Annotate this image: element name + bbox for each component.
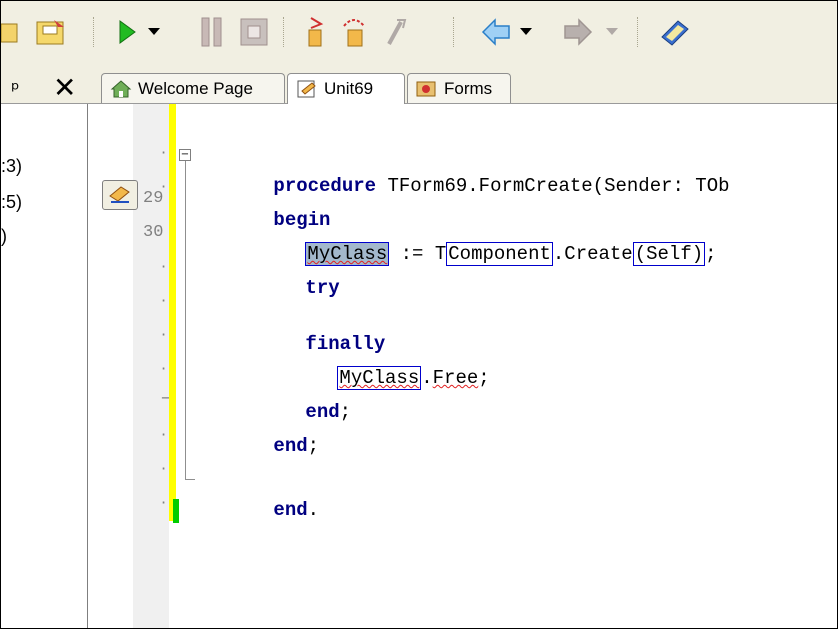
step-into-icon[interactable] xyxy=(297,13,331,51)
code-line: MyClass := T Component .Create (Self); xyxy=(237,209,717,266)
back-dropdown-icon[interactable] xyxy=(517,13,535,51)
line-dot: · xyxy=(161,425,167,444)
code-line: try xyxy=(237,243,339,299)
back-icon[interactable] xyxy=(479,13,513,51)
keyword: end xyxy=(273,499,308,521)
fold-toggle-icon[interactable]: − xyxy=(179,149,191,161)
code-text: . xyxy=(307,499,320,521)
line-dot: · xyxy=(161,459,167,478)
toolbar-separator xyxy=(637,17,640,47)
bookmark-icon[interactable] xyxy=(102,180,138,210)
toolbar-separator xyxy=(453,17,456,47)
code-text: ; xyxy=(339,401,352,423)
step-out-icon[interactable] xyxy=(379,13,413,51)
tab-label: Forms xyxy=(444,78,493,98)
saved-lines-bar xyxy=(173,499,179,523)
line-dot: · xyxy=(161,143,167,162)
tab-label: Welcome Page xyxy=(138,78,253,98)
home-icon xyxy=(110,79,132,97)
identifier-highlight[interactable]: Component xyxy=(446,242,553,266)
line-dot: · xyxy=(161,493,167,512)
list-item[interactable]: ) xyxy=(1,226,7,247)
code-text: ; xyxy=(307,435,320,457)
modified-lines-bar xyxy=(169,104,176,521)
code-line: end; xyxy=(205,401,319,457)
line-number: 29 xyxy=(143,189,164,208)
stop-icon[interactable] xyxy=(237,13,271,51)
code-text: Free xyxy=(432,367,479,389)
code-text: . xyxy=(421,367,433,389)
run-dropdown-icon[interactable] xyxy=(145,13,163,51)
code-line: MyClass .Free; xyxy=(269,333,490,390)
toolbar-separator xyxy=(283,17,286,47)
toolbar-separator xyxy=(93,17,96,47)
code-line: end. xyxy=(205,465,319,521)
code-text: .Create xyxy=(552,243,633,265)
close-icon[interactable]: ✕ xyxy=(53,71,76,104)
fold-end xyxy=(185,479,195,480)
code-text: ; xyxy=(705,243,717,265)
pause-icon[interactable] xyxy=(197,13,227,51)
code-text: ; xyxy=(478,367,490,389)
pin-icon[interactable]: ᵖ xyxy=(11,77,20,101)
code-line: procedure TForm69.FormCreate(Sender: TOb xyxy=(205,141,729,197)
tab-welcome-page[interactable]: Welcome Page xyxy=(101,73,285,103)
forms-icon xyxy=(416,81,436,96)
run-icon[interactable] xyxy=(113,13,141,51)
keyword: try xyxy=(305,277,340,299)
line-dot: · xyxy=(161,257,167,276)
open-icon[interactable] xyxy=(1,13,21,51)
line-number: 30 xyxy=(143,223,164,242)
forward-dropdown-icon[interactable] xyxy=(603,13,621,51)
code-text: TForm69.FormCreate(Sender: TOb xyxy=(376,175,730,197)
code-editor[interactable]: procedure TForm69.FormCreate(Sender: TOb… xyxy=(205,141,729,521)
line-dot: · xyxy=(161,359,167,378)
tab-label: Unit69 xyxy=(324,79,374,98)
forward-icon[interactable] xyxy=(561,13,595,51)
tab-unit69[interactable]: Unit69 xyxy=(287,73,405,104)
list-item[interactable]: :5) xyxy=(1,192,22,213)
line-dot: · xyxy=(161,325,167,344)
tab-forms[interactable]: Forms xyxy=(407,73,511,103)
fold-line xyxy=(185,161,186,479)
toolbar xyxy=(1,1,837,63)
code-text: := T xyxy=(389,243,447,265)
unit-icon xyxy=(297,80,316,98)
structure-panel: :3) :5) ) xyxy=(1,104,88,628)
ide-window: ᵖ ✕ Welcome Page Unit69 Forms :3) :5) ) … xyxy=(0,0,838,629)
code-line: finally xyxy=(237,299,385,355)
list-item[interactable]: :3) xyxy=(1,156,22,177)
code-line: end; xyxy=(237,367,351,423)
identifier-highlight[interactable]: (Self) xyxy=(632,242,706,266)
code-line: begin xyxy=(205,175,330,231)
step-over-icon[interactable] xyxy=(337,13,371,51)
help-book-icon[interactable] xyxy=(655,13,695,51)
line-dot: · xyxy=(161,291,167,310)
save-icon[interactable] xyxy=(31,13,71,51)
keyword: end xyxy=(273,435,308,457)
